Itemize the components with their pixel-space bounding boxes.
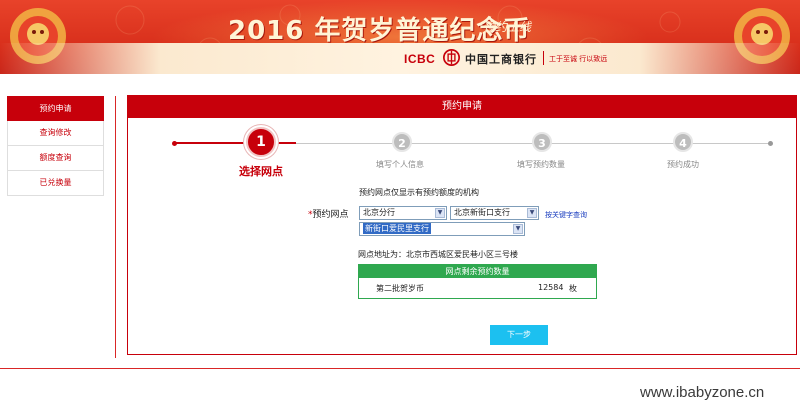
steps-end-dot <box>768 141 773 146</box>
step-2-circle: 2 <box>392 132 412 152</box>
sidebar-item-query-modify[interactable]: 查询修改 <box>7 121 104 146</box>
chevron-down-icon: ▼ <box>527 208 537 218</box>
step-4-label: 预约成功 <box>667 160 699 169</box>
keyword-search-link[interactable]: 按关键字查询 <box>545 210 587 220</box>
banner-subtitle: 预约上线 <box>483 20 532 34</box>
step-3-circle: 3 <box>532 132 552 152</box>
icbc-wordmark: ICBC <box>404 52 436 66</box>
steps-track-progress <box>176 142 296 144</box>
icbc-logo-icon <box>443 49 460 66</box>
sidebar: 预约申请 查询修改 额度查询 已兑换量 <box>7 96 104 196</box>
sidebar-item-quota-query[interactable]: 额度查询 <box>7 146 104 171</box>
city-branch-select[interactable]: 北京分行 ▼ <box>359 206 447 220</box>
quota-unit: 枚 <box>569 284 577 293</box>
table-row: 第二批贺岁币 12584 枚 <box>359 278 596 298</box>
sub-branch-select[interactable]: 北京新街口支行 ▼ <box>450 206 539 220</box>
bank-bar <box>0 43 800 74</box>
quota-table: 网点剩余预约数量 第二批贺岁币 12584 枚 <box>358 264 597 299</box>
bank-divider <box>543 51 544 65</box>
step-2-label: 填写个人信息 <box>376 160 424 169</box>
next-step-button[interactable]: 下一步 <box>490 325 548 345</box>
bank-name: 中国工商银行 <box>465 53 537 66</box>
step-1-label: 选择网点 <box>239 165 283 178</box>
steps-start-dot <box>172 141 177 146</box>
watermark: www.ibabyzone.cn <box>640 384 765 401</box>
outlet-address: 网点地址为：北京市西城区爱民巷小区三号楼 <box>358 250 518 259</box>
sub-branch-value: 北京新街口支行 <box>454 208 510 217</box>
chevron-down-icon: ▼ <box>513 224 523 234</box>
outlet-value: 新街口爱民里支行 <box>363 223 431 234</box>
divider-horizontal <box>0 368 800 369</box>
step-1-circle: 1 <box>246 127 276 157</box>
chevron-down-icon: ▼ <box>435 208 445 218</box>
reservation-panel: 预约申请 1 选择网点 2 填写个人信息 3 填写预约数量 4 预约成功 预约网… <box>127 95 797 355</box>
divider-vertical <box>115 96 116 358</box>
step-3-label: 填写预约数量 <box>517 160 565 169</box>
step-4-circle: 4 <box>673 132 693 152</box>
city-branch-value: 北京分行 <box>363 208 395 217</box>
sidebar-item-reservation[interactable]: 预约申请 <box>7 96 104 121</box>
outlet-label-text: 预约网点 <box>312 210 349 220</box>
outlet-select[interactable]: 新街口爱民里支行 ▼ <box>359 222 525 236</box>
quota-header: 网点剩余预约数量 <box>359 265 596 278</box>
quota-item-name: 第二批贺岁币 <box>376 284 424 293</box>
outlet-field-label: *预约网点 <box>308 207 349 220</box>
quota-count: 12584 <box>538 283 564 292</box>
sidebar-item-exchanged[interactable]: 已兑换量 <box>7 171 104 196</box>
bank-slogan: 工于至诚 行以致远 <box>549 55 608 63</box>
outlet-note: 预约网点仅显示有预约额度的机构 <box>359 188 479 197</box>
panel-title: 预约申请 <box>128 96 796 118</box>
